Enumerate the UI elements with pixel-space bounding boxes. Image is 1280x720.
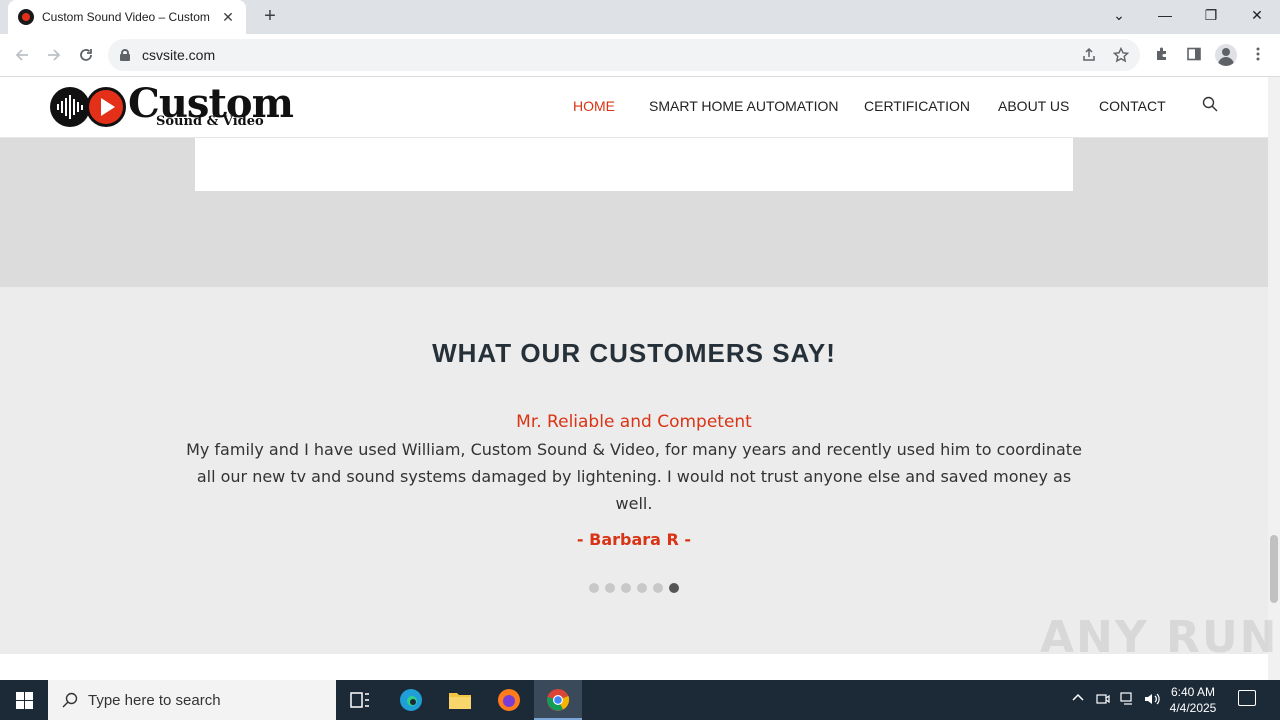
back-arrow-icon[interactable]: [9, 42, 35, 68]
system-clock[interactable]: 6:40 AM 4/4/2025: [1160, 684, 1226, 716]
menu-kebab-icon[interactable]: [1248, 46, 1268, 66]
sound-wave-icon: [50, 87, 90, 127]
close-tab-icon[interactable]: ✕: [220, 9, 236, 26]
slider-dots: [589, 583, 679, 593]
forward-arrow-icon[interactable]: [41, 42, 67, 68]
lock-icon[interactable]: [120, 49, 130, 61]
task-view-icon[interactable]: [346, 686, 374, 714]
page-viewport: Custom Sound & Video HOME SMART HOME AUT…: [0, 77, 1268, 680]
chevron-up-icon[interactable]: [1072, 692, 1084, 707]
scrollbar-thumb[interactable]: [1270, 535, 1278, 603]
taskbar-search-box[interactable]: Type here to search: [48, 680, 336, 720]
testimonial-author: - Barbara R -: [576, 530, 692, 549]
search-icon: [62, 692, 78, 708]
restore-button[interactable]: ❐: [1188, 0, 1234, 30]
windows-taskbar: Type here to search 6:40 AM 4/4/2025: [0, 680, 1280, 720]
close-window-button[interactable]: ✕: [1234, 0, 1280, 30]
profile-avatar-icon[interactable]: [1215, 44, 1237, 66]
slider-dot-active[interactable]: [669, 583, 679, 593]
chrome-taskbar-button[interactable]: [534, 680, 582, 720]
page-scrollbar[interactable]: [1268, 77, 1280, 680]
windows-logo-icon: [15, 691, 33, 709]
site-logo[interactable]: Custom Sound & Video: [50, 83, 294, 129]
clock-date: 4/4/2025: [1169, 701, 1217, 715]
bookmark-star-icon[interactable]: [1112, 46, 1130, 65]
windows-start-button[interactable]: [0, 680, 48, 720]
browser-tab[interactable]: Custom Sound Video – Custom ✕: [8, 0, 246, 34]
edge-browser-icon[interactable]: [397, 686, 425, 714]
extensions-icon[interactable]: [1152, 46, 1172, 66]
search-icon[interactable]: [1202, 96, 1218, 112]
slider-dot[interactable]: [589, 583, 599, 593]
file-explorer-icon[interactable]: [446, 686, 474, 714]
network-icon[interactable]: [1120, 692, 1136, 709]
address-bar[interactable]: csvsite.com: [108, 39, 1140, 71]
side-panel-icon[interactable]: [1184, 46, 1204, 66]
tab-title: Custom Sound Video – Custom: [42, 10, 210, 24]
section-title: WHAT OUR CUSTOMERS SAY!: [432, 338, 836, 368]
reload-icon[interactable]: [73, 42, 99, 68]
nav-about-us[interactable]: ABOUT US: [998, 98, 1069, 114]
testimonial-headline: Mr. Reliable and Competent: [516, 412, 752, 432]
url-text: csvsite.com: [142, 47, 216, 63]
minimize-button[interactable]: —: [1142, 0, 1188, 30]
testimonial-body: My family and I have used William, Custo…: [186, 440, 1082, 513]
taskbar-search-placeholder: Type here to search: [88, 691, 221, 709]
chrome-icon: [544, 686, 572, 714]
meet-now-icon[interactable]: [1096, 692, 1110, 709]
notifications-icon[interactable]: [1238, 690, 1256, 706]
nav-certification[interactable]: CERTIFICATION: [864, 98, 970, 114]
clock-time: 6:40 AM: [1170, 685, 1216, 699]
nav-contact[interactable]: CONTACT: [1099, 98, 1166, 114]
slider-dot[interactable]: [637, 583, 647, 593]
browser-tab-strip: Custom Sound Video – Custom ✕ + ⌄ — ❐ ✕: [0, 0, 1280, 34]
anyrun-watermark: ANY RUN: [1040, 612, 1279, 663]
volume-icon[interactable]: [1144, 692, 1160, 709]
share-icon[interactable]: [1080, 47, 1098, 65]
nav-home[interactable]: HOME: [573, 98, 615, 114]
firefox-icon[interactable]: [495, 686, 523, 714]
nav-smart-home-automation[interactable]: SMART HOME AUTOMATION: [649, 98, 839, 114]
testimonials-section: WHAT OUR CUSTOMERS SAY! Mr. Reliable and…: [0, 287, 1268, 654]
tab-search-icon[interactable]: ⌄: [1096, 0, 1142, 30]
play-icon: [86, 87, 126, 127]
browser-toolbar: csvsite.com: [0, 34, 1280, 77]
new-tab-button[interactable]: +: [258, 5, 282, 29]
site-header: Custom Sound & Video HOME SMART HOME AUT…: [0, 77, 1268, 138]
slider-dot[interactable]: [621, 583, 631, 593]
site-favicon-icon: [18, 9, 34, 25]
slider-dot[interactable]: [605, 583, 615, 593]
slider-dot[interactable]: [653, 583, 663, 593]
